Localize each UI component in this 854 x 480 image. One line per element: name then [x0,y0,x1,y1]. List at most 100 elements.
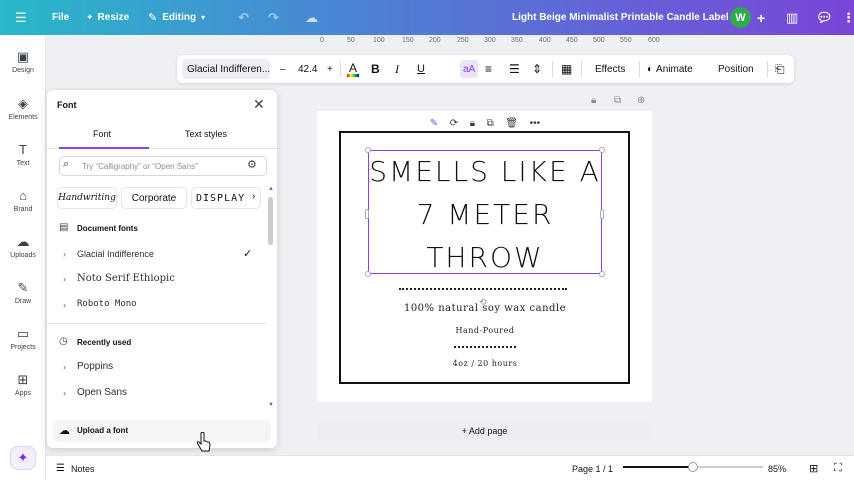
recently-used-heading: Recently used [77,338,132,347]
font-family-dropdown[interactable]: Glacial Indifferen... [182,59,270,79]
comment-icon[interactable]: 💬︎ [816,0,833,35]
fullscreen-icon[interactable]: ⛶ [834,456,842,480]
notes-button[interactable]: ☰ Notes [56,456,94,480]
close-icon[interactable]: ✕ [253,96,265,113]
add-page-button[interactable]: + Add page [317,420,652,442]
file-menu[interactable]: File [52,0,69,35]
ruler-tick: 500 [593,37,605,44]
underline-button[interactable]: U [417,55,425,83]
zoom-slider-handle[interactable] [688,462,698,472]
lock-icon[interactable]: 🔒︎ [470,118,475,129]
filter-icon[interactable]: ⚙︎ [247,158,257,171]
subtitle-text[interactable]: 100% natural soy wax candle [360,303,610,314]
transparency-icon[interactable]: ▦ [561,55,572,83]
align-center-icon[interactable]: ≡ [485,55,492,83]
chevron-right-icon[interactable]: › [252,191,255,202]
text-toolbar: Glacial Indifferen... – 42.4 + A B I U a… [177,55,794,83]
dotted-divider [454,346,516,348]
editing-mode-button[interactable]: ✎ Editing ▾ [148,0,205,35]
italic-button[interactable]: I [395,55,399,83]
page-indicator[interactable]: Page 1 / 1 [572,456,613,480]
font-row-glacial-indifference[interactable]: Glacial Indifference [77,249,154,259]
ruler-tick: 300 [484,37,496,44]
lock-page-icon[interactable]: 🔒︎ [591,95,596,106]
divider [639,61,640,77]
scrollbar[interactable] [268,197,273,245]
ruler-tick: 450 [566,37,578,44]
grid-view-icon[interactable]: ⊞ [809,456,818,480]
rail-item-design[interactable]: ▣ Design [0,49,46,74]
rail-item-projects[interactable]: ▭ Projects [0,326,46,351]
chevron-right-icon[interactable]: › [63,274,66,284]
chip-display[interactable]: DISPLAY [191,187,261,209]
font-row-roboto-mono[interactable]: Roboto Mono [77,299,137,309]
add-collaborator-button[interactable]: + [757,0,765,35]
paint-format-icon[interactable]: ⎗ [775,55,785,83]
ruler-tick: 100 [373,37,385,44]
size-burn-time-text[interactable]: 4oz / 20 hours [380,359,590,368]
duplicate-icon[interactable]: ⧉ [487,118,494,129]
text-icon: T [19,142,27,157]
hand-poured-text[interactable]: Hand-Poured [380,326,590,335]
rail-label: Design [12,67,34,74]
chip-handwriting[interactable]: Handwriting [57,187,117,209]
font-size-increase-button[interactable]: + [327,55,333,83]
chevron-right-icon[interactable]: › [63,249,66,259]
scroll-up-icon[interactable]: ▲ [268,186,274,192]
bold-button[interactable]: B [371,55,380,83]
rail-label: Brand [13,206,33,213]
scroll-down-icon[interactable]: ▼ [268,402,274,408]
ruler-tick: 400 [539,37,551,44]
effects-button[interactable]: Effects [595,55,625,83]
font-row-noto-serif-ethiopic[interactable]: Noto Serif Ethiopic [77,273,175,284]
undo-button[interactable]: ↶ [238,0,249,35]
magic-sparkle-button[interactable]: ✦ [10,446,36,470]
font-row-poppins[interactable]: Poppins [77,361,113,372]
animate-button[interactable]: ◐ Animate [647,55,693,83]
redo-button[interactable]: ↷ [268,0,279,35]
font-size-input[interactable]: 42.4 [298,55,317,83]
avatar[interactable]: W [730,7,751,28]
rail-item-elements[interactable]: ◈ Elements [0,96,46,121]
font-size-decrease-button[interactable]: – [280,55,286,83]
rail-label: Projects [10,344,36,351]
rail-item-brand[interactable]: ⌂ Brand [0,188,46,213]
tab-font[interactable]: Font [93,129,111,139]
tab-text-styles[interactable]: Text styles [185,129,227,139]
upload-font-button[interactable]: ☁ Upload a font [53,420,271,442]
insights-icon[interactable]: ▥ [786,0,798,35]
rail-item-text[interactable]: T Text [0,142,46,167]
font-search-input[interactable]: Try “Calligraphy” or “Open Sans” [59,156,267,176]
sparkle-icon: ✦ [17,450,29,465]
headline-text[interactable]: SMELLS LIKE A 7 METER THROW [368,150,602,279]
spacing-icon[interactable]: ⇕ [532,55,542,83]
chevron-right-icon[interactable]: › [63,300,66,310]
letter-case-button[interactable]: aA [460,60,479,78]
rail-item-draw[interactable]: ✎ Draw [0,280,46,305]
design-title[interactable]: Light Beige Minimalist Printable Candle … [512,0,729,35]
magic-edit-icon[interactable]: ✎ [430,118,438,129]
document-icon: ▤ [59,222,69,233]
font-row-open-sans[interactable]: Open Sans [77,387,127,398]
ruler-tick: 350 [511,37,523,44]
duplicate-page-icon[interactable]: ⧉ [614,95,621,106]
hamburger-icon[interactable]: ☰ [15,0,27,35]
text-color-button[interactable]: A [347,55,359,83]
chevron-right-icon[interactable]: › [63,388,66,398]
chip-corporate[interactable]: Corporate [121,187,187,209]
list-icon[interactable]: ☰ [509,55,520,83]
zoom-level[interactable]: 85% [768,456,786,480]
rail-item-uploads[interactable]: ☁ Uploads [0,234,46,259]
chevron-right-icon[interactable]: › [63,362,66,372]
rail-item-apps[interactable]: ⊞ Apps [0,372,46,397]
rotate-icon[interactable]: ⟳ [450,118,458,129]
add-page-icon[interactable]: ⊕ [637,95,645,106]
more-options-icon[interactable]: ⋮ [842,0,854,35]
zoom-slider-fill [623,466,693,468]
position-button[interactable]: Position [718,55,754,83]
divider [767,61,768,77]
more-icon[interactable]: ••• [530,118,541,129]
delete-icon[interactable]: 🗑︎ [505,118,518,129]
resize-button[interactable]: ✦ Resize [86,0,129,35]
cloud-save-icon[interactable]: ☁ [305,0,318,35]
